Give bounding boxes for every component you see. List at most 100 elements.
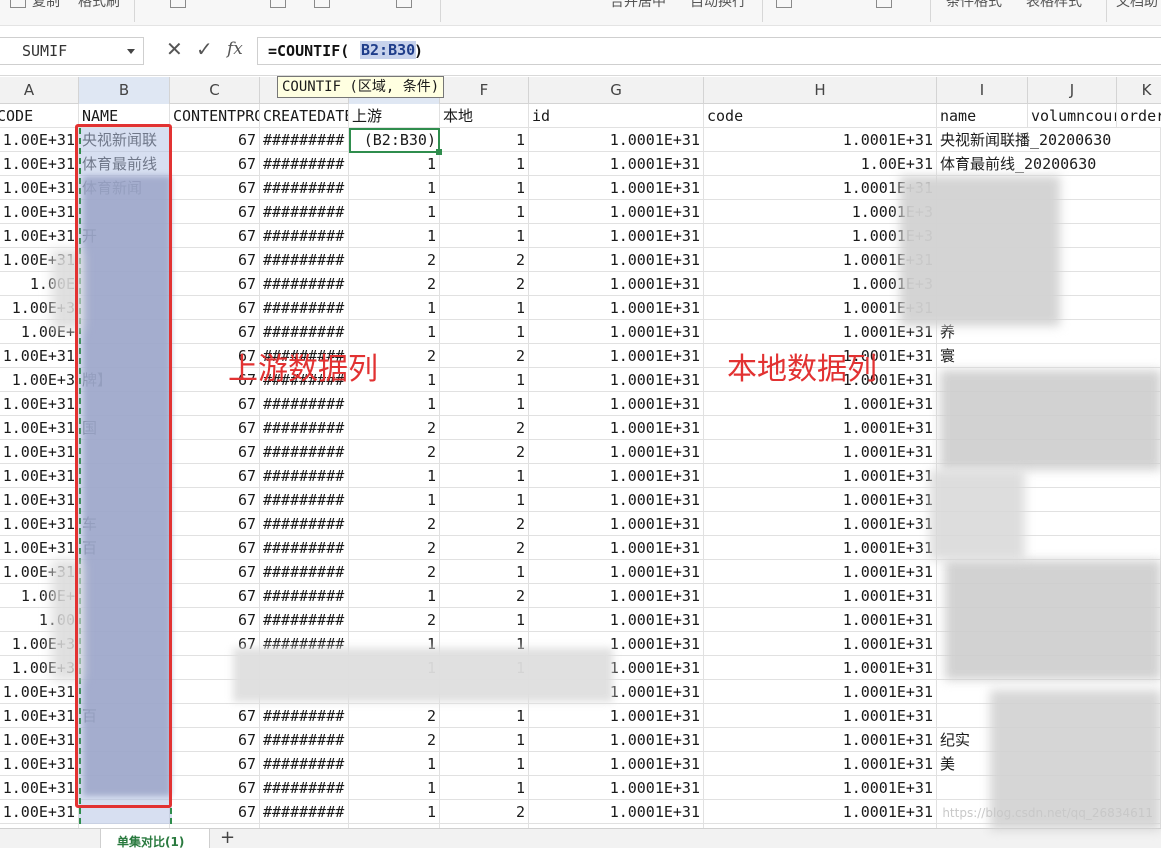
cell-d[interactable]: ######### <box>260 296 349 320</box>
cell-e[interactable]: 2 <box>349 416 440 440</box>
cell-e[interactable]: 1 <box>349 464 440 488</box>
currency-icon[interactable] <box>776 0 792 8</box>
cell-i[interactable]: 央视新闻联播_20200630 <box>937 128 1161 152</box>
cell-h[interactable]: 1.0001E+31 <box>704 608 937 632</box>
cell-d[interactable]: ######### <box>260 488 349 512</box>
cell-c[interactable]: 67 <box>170 800 260 824</box>
cell-c[interactable]: 67 <box>170 272 260 296</box>
cell-g[interactable]: 1.0001E+31 <box>529 152 704 176</box>
cell-d[interactable]: ######### <box>260 224 349 248</box>
cell-c[interactable]: 67 <box>170 752 260 776</box>
active-cell-e2[interactable] <box>349 128 442 155</box>
sheet-tab-active[interactable]: 单集对比(1) <box>100 829 210 848</box>
cell-f[interactable]: 1 <box>440 752 529 776</box>
cell-g[interactable]: 1.0001E+31 <box>529 776 704 800</box>
cell-h[interactable]: 1.00E+31 <box>704 152 937 176</box>
cell-f[interactable]: 1 <box>440 704 529 728</box>
formula-input[interactable]: =COUNTIF( B2:B30 ) <box>257 37 1161 65</box>
cell-g[interactable]: 1.0001E+31 <box>529 320 704 344</box>
cell-header[interactable]: order <box>1117 104 1161 128</box>
col-header-c[interactable]: C <box>170 77 260 104</box>
col-header-k[interactable]: K <box>1117 77 1161 104</box>
cell-a[interactable]: 1.00E+31 <box>0 800 79 824</box>
cancel-icon[interactable]: ✕ <box>166 37 183 61</box>
cell-d[interactable]: ######### <box>260 200 349 224</box>
add-sheet-icon[interactable]: + <box>220 829 235 847</box>
decimal-icon[interactable] <box>876 0 892 8</box>
cell-a[interactable]: 1.00E+31 <box>0 464 79 488</box>
cell-h[interactable]: 1.0001E+31 <box>704 392 937 416</box>
col-header-i[interactable]: I <box>937 77 1028 104</box>
col-header-g[interactable]: G <box>529 77 704 104</box>
cell-f[interactable]: 1 <box>440 728 529 752</box>
cell-c[interactable]: 67 <box>170 512 260 536</box>
cell-f[interactable]: 1 <box>440 368 529 392</box>
cell-d[interactable]: ######### <box>260 728 349 752</box>
cell-f[interactable]: 2 <box>440 440 529 464</box>
cell-a[interactable]: 1.00E+3 <box>0 368 79 392</box>
cell-f[interactable]: 1 <box>440 464 529 488</box>
cell-g[interactable]: 1.0001E+31 <box>529 392 704 416</box>
cell-h[interactable]: 1.0001E+31 <box>704 128 937 152</box>
cell-h[interactable]: 1.0001E+31 <box>704 776 937 800</box>
cell-header[interactable]: code <box>704 104 937 128</box>
cell-a[interactable]: 1.00E+31 <box>0 152 79 176</box>
cell-d[interactable]: ######### <box>260 320 349 344</box>
cell-e[interactable]: 1 <box>349 776 440 800</box>
cell-c[interactable]: 67 <box>170 488 260 512</box>
font-color-icon[interactable] <box>396 0 412 8</box>
cell-d[interactable]: ######### <box>260 560 349 584</box>
cell-h[interactable]: 1.0001E+31 <box>704 488 937 512</box>
cell-g[interactable]: 1.0001E+31 <box>529 440 704 464</box>
cell-header[interactable]: CONTENTPRO <box>170 104 260 128</box>
cell-d[interactable]: ######### <box>260 536 349 560</box>
cell-e[interactable]: 2 <box>349 272 440 296</box>
cell-e[interactable]: 1 <box>349 584 440 608</box>
cell-a[interactable]: 1.00E+31 <box>0 224 79 248</box>
confirm-icon[interactable]: ✓ <box>196 37 213 61</box>
cell-h[interactable]: 1.0001E+31 <box>704 800 937 824</box>
cell-f[interactable]: 1 <box>440 224 529 248</box>
cell-c[interactable]: 67 <box>170 416 260 440</box>
ribbon-table-style[interactable]: 表格样式 <box>1026 0 1082 11</box>
cell-e[interactable]: 2 <box>349 512 440 536</box>
cell-h[interactable]: 1.0001E+31 <box>704 416 937 440</box>
col-header-a[interactable]: A <box>0 77 79 104</box>
bold-icon[interactable] <box>170 0 186 8</box>
cell-g[interactable]: 1.0001E+31 <box>529 512 704 536</box>
cell-a[interactable]: 1.00E+31 <box>0 344 79 368</box>
cell-f[interactable]: 1 <box>440 776 529 800</box>
cell-e[interactable]: 1 <box>349 800 440 824</box>
cell-d[interactable]: ######### <box>260 464 349 488</box>
cell-g[interactable]: 1.0001E+31 <box>529 200 704 224</box>
cell-e[interactable]: 1 <box>349 152 440 176</box>
cell-d[interactable]: ######### <box>260 608 349 632</box>
cell-f[interactable]: 1 <box>440 128 529 152</box>
fill-color-icon[interactable] <box>314 0 330 8</box>
cell-e[interactable]: 2 <box>349 704 440 728</box>
cell-header[interactable]: 本地 <box>440 104 529 128</box>
cell-g[interactable]: 1.0001E+31 <box>529 416 704 440</box>
cell-d[interactable]: ######### <box>260 128 349 152</box>
cell-header[interactable]: CODE <box>0 104 79 128</box>
cell-c[interactable]: 67 <box>170 728 260 752</box>
cell-d[interactable]: ######### <box>260 704 349 728</box>
cell-e[interactable]: 1 <box>349 392 440 416</box>
col-header-b[interactable]: B <box>79 77 170 104</box>
cell-c[interactable]: 67 <box>170 392 260 416</box>
cell-f[interactable]: 1 <box>440 608 529 632</box>
cell-f[interactable]: 2 <box>440 536 529 560</box>
cell-d[interactable]: ######### <box>260 272 349 296</box>
cell-f[interactable]: 1 <box>440 392 529 416</box>
cell-a[interactable]: 1.00E+31 <box>0 440 79 464</box>
cell-e[interactable]: 1 <box>349 200 440 224</box>
cell-h[interactable]: 1.0001E+31 <box>704 656 937 680</box>
cell-h[interactable]: 1.0001E+31 <box>704 704 937 728</box>
cell-c[interactable]: 67 <box>170 224 260 248</box>
cell-g[interactable]: 1.0001E+31 <box>529 368 704 392</box>
ribbon-copy[interactable]: 复制 <box>32 0 60 11</box>
cell-d[interactable]: ######### <box>260 248 349 272</box>
cell-f[interactable]: 2 <box>440 416 529 440</box>
cell-h[interactable]: 1.0001E+31 <box>704 728 937 752</box>
ribbon-doc-assistant[interactable]: 文档助 <box>1116 0 1158 11</box>
